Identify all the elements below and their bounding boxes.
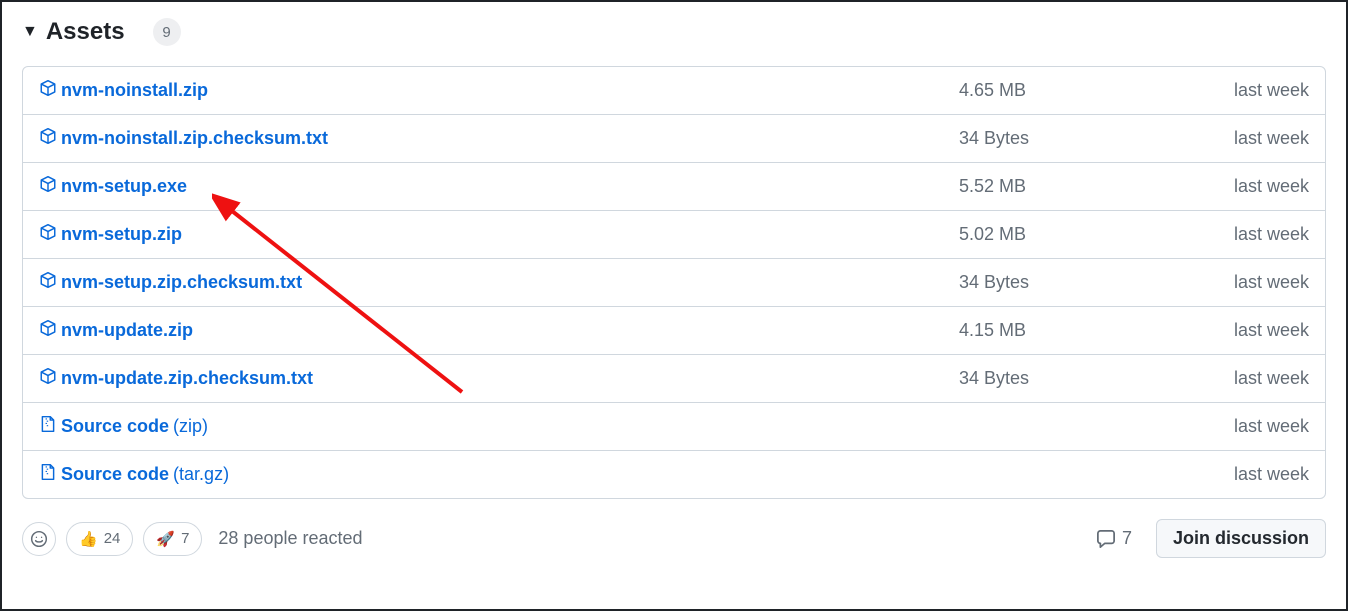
asset-row: Source code (tar.gz) last week <box>23 450 1325 498</box>
assets-toggle[interactable]: ▼ Assets 9 <box>22 18 1326 46</box>
file-zip-icon <box>39 415 57 438</box>
caret-down-icon: ▼ <box>22 24 38 40</box>
reaction-rocket-count: 7 <box>181 530 189 547</box>
asset-date: last week <box>1199 320 1309 341</box>
asset-size: 4.15 MB <box>959 320 1199 341</box>
assets-count-badge: 9 <box>153 18 181 46</box>
comment-icon <box>1096 529 1116 549</box>
asset-list: nvm-noinstall.zip4.65 MBlast weeknvm-noi… <box>22 66 1326 499</box>
asset-link[interactable]: nvm-noinstall.zip.checksum.txt <box>61 128 328 149</box>
thumbs-up-icon: 👍 <box>79 530 98 548</box>
package-icon <box>39 319 57 342</box>
asset-date: last week <box>1199 224 1309 245</box>
join-discussion-button[interactable]: Join discussion <box>1156 519 1326 558</box>
asset-size: 34 Bytes <box>959 272 1199 293</box>
rocket-icon: 🚀 <box>156 530 175 548</box>
asset-row: nvm-update.zip.checksum.txt 34 Byteslast … <box>23 354 1325 402</box>
reaction-thumbs-up[interactable]: 👍 24 <box>66 522 133 556</box>
package-icon <box>39 79 57 102</box>
package-icon <box>39 127 57 150</box>
asset-ext: (zip) <box>173 416 208 437</box>
asset-size: 5.52 MB <box>959 176 1199 197</box>
asset-row: nvm-setup.zip 5.02 MBlast week <box>23 210 1325 258</box>
asset-date: last week <box>1199 464 1309 485</box>
comments-link[interactable]: 7 <box>1096 528 1132 549</box>
asset-row: nvm-noinstall.zip.checksum.txt 34 Bytesla… <box>23 114 1325 162</box>
asset-size: 4.65 MB <box>959 80 1199 101</box>
reaction-thumbs-count: 24 <box>104 530 121 547</box>
reaction-rocket[interactable]: 🚀 7 <box>143 522 202 556</box>
asset-row: nvm-update.zip 4.15 MBlast week <box>23 306 1325 354</box>
package-icon <box>39 223 57 246</box>
asset-link[interactable]: nvm-update.zip <box>61 320 193 341</box>
package-icon <box>39 367 57 390</box>
asset-row: Source code (zip) last week <box>23 402 1325 450</box>
asset-date: last week <box>1199 176 1309 197</box>
asset-size: 5.02 MB <box>959 224 1199 245</box>
asset-date: last week <box>1199 80 1309 101</box>
asset-link[interactable]: Source code <box>61 464 169 485</box>
asset-date: last week <box>1199 416 1309 437</box>
assets-title: Assets <box>46 18 125 46</box>
asset-link[interactable]: Source code <box>61 416 169 437</box>
asset-date: last week <box>1199 128 1309 149</box>
asset-link[interactable]: nvm-update.zip.checksum.txt <box>61 368 313 389</box>
comments-count: 7 <box>1122 528 1132 549</box>
package-icon <box>39 175 57 198</box>
package-icon <box>39 271 57 294</box>
asset-link[interactable]: nvm-setup.zip <box>61 224 182 245</box>
smiley-icon <box>30 530 48 548</box>
asset-link[interactable]: nvm-setup.zip.checksum.txt <box>61 272 302 293</box>
asset-link[interactable]: nvm-noinstall.zip <box>61 80 208 101</box>
asset-size: 34 Bytes <box>959 128 1199 149</box>
add-reaction-button[interactable] <box>22 522 56 556</box>
asset-row: nvm-noinstall.zip 4.65 MBlast week <box>23 67 1325 114</box>
asset-date: last week <box>1199 272 1309 293</box>
asset-date: last week <box>1199 368 1309 389</box>
asset-row: nvm-setup.zip.checksum.txt 34 Byteslast w… <box>23 258 1325 306</box>
asset-row: nvm-setup.exe 5.52 MBlast week <box>23 162 1325 210</box>
asset-link[interactable]: nvm-setup.exe <box>61 176 187 197</box>
file-zip-icon <box>39 463 57 486</box>
reaction-summary: 28 people reacted <box>218 528 362 549</box>
asset-ext: (tar.gz) <box>173 464 229 485</box>
asset-size: 34 Bytes <box>959 368 1199 389</box>
